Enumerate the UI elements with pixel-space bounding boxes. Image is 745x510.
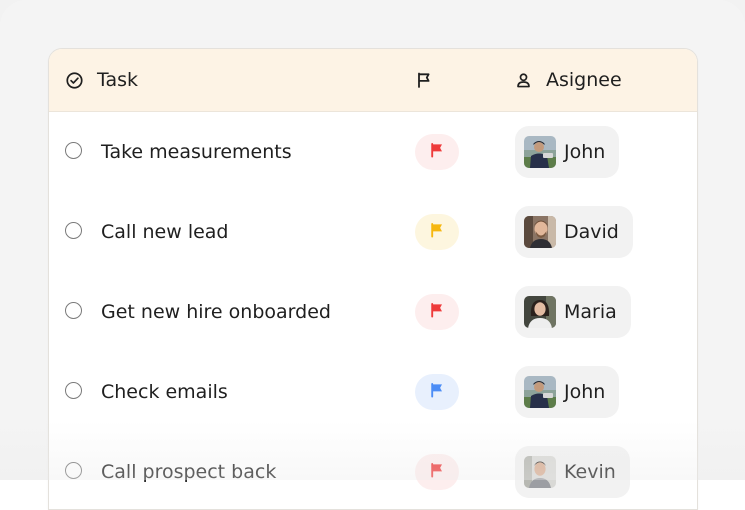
table-row[interactable]: Call new lead David bbox=[49, 192, 697, 273]
avatar bbox=[524, 376, 556, 408]
column-header-assignee[interactable]: Asignee bbox=[515, 49, 622, 111]
priority-badge[interactable] bbox=[415, 294, 459, 330]
task-checkbox[interactable] bbox=[65, 462, 82, 479]
task-title: Get new hire onboarded bbox=[101, 301, 331, 323]
flag-icon bbox=[429, 142, 445, 162]
task-title: Call new lead bbox=[101, 221, 229, 243]
task-checkbox[interactable] bbox=[65, 382, 82, 399]
assignee-chip[interactable]: John bbox=[515, 126, 620, 178]
avatar bbox=[524, 456, 556, 488]
user-icon bbox=[515, 72, 532, 89]
assignee-chip[interactable]: David bbox=[515, 206, 633, 258]
priority-badge[interactable] bbox=[415, 214, 459, 250]
table-row[interactable]: Get new hire onboarded Maria bbox=[49, 272, 697, 353]
column-header-task[interactable]: Task bbox=[65, 49, 138, 111]
task-checkbox[interactable] bbox=[65, 142, 82, 159]
flag-icon bbox=[429, 462, 445, 482]
task-checkbox[interactable] bbox=[65, 222, 82, 239]
priority-badge[interactable] bbox=[415, 374, 459, 410]
avatar bbox=[524, 216, 556, 248]
assignee-name: John bbox=[564, 141, 606, 163]
task-title: Take measurements bbox=[101, 141, 292, 163]
avatar bbox=[524, 136, 556, 168]
priority-badge[interactable] bbox=[415, 454, 459, 490]
flag-icon bbox=[415, 71, 433, 89]
flag-icon bbox=[429, 222, 445, 242]
flag-icon bbox=[429, 382, 445, 402]
task-checkbox[interactable] bbox=[65, 302, 82, 319]
assignee-chip[interactable]: John bbox=[515, 366, 620, 418]
assignee-chip[interactable]: Kevin bbox=[515, 446, 630, 498]
assignee-name: David bbox=[564, 221, 619, 243]
flag-icon bbox=[429, 302, 445, 322]
column-header-priority[interactable] bbox=[415, 49, 433, 111]
panel: Task Asignee Take measurements John Call… bbox=[0, 0, 745, 510]
table-row[interactable]: Call prospect back Kevin bbox=[49, 432, 697, 509]
assignee-chip[interactable]: Maria bbox=[515, 286, 631, 338]
check-circle-icon bbox=[65, 71, 84, 90]
task-table: Task Asignee Take measurements John Call… bbox=[48, 48, 698, 510]
column-header-assignee-label: Asignee bbox=[546, 69, 622, 91]
task-title: Check emails bbox=[101, 381, 228, 403]
table-header: Task Asignee bbox=[49, 49, 697, 112]
assignee-name: John bbox=[564, 381, 606, 403]
table-row[interactable]: Check emails John bbox=[49, 352, 697, 433]
avatar bbox=[524, 296, 556, 328]
assignee-name: Maria bbox=[564, 301, 617, 323]
priority-badge[interactable] bbox=[415, 134, 459, 170]
column-header-task-label: Task bbox=[97, 69, 139, 91]
task-title: Call prospect back bbox=[101, 461, 277, 483]
table-row[interactable]: Take measurements John bbox=[49, 112, 697, 193]
